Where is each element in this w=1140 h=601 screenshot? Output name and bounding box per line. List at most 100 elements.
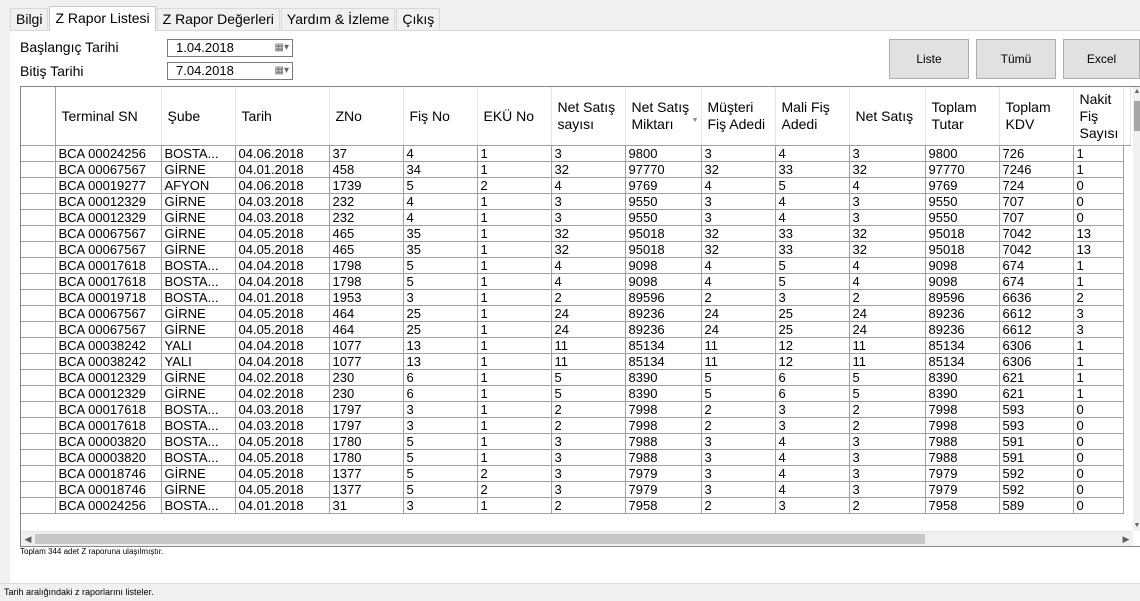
table-cell[interactable]: 230: [329, 385, 404, 402]
row-header[interactable]: [21, 449, 56, 466]
table-row[interactable]: BCA 00019277 AFYON 04.06.2018 1739 5 2 4 9769 4 5…: [21, 177, 1130, 194]
table-cell[interactable]: 1: [477, 193, 552, 210]
table-cell[interactable]: 674: [999, 273, 1074, 290]
table-cell[interactable]: 9550: [925, 209, 1000, 226]
table-cell[interactable]: 3: [701, 465, 776, 482]
row-header[interactable]: [21, 177, 56, 194]
table-cell[interactable]: 04.04.2018: [235, 353, 330, 370]
row-header[interactable]: [21, 145, 56, 162]
table-cell[interactable]: GİRNE: [161, 305, 236, 322]
table-cell[interactable]: 7988: [625, 449, 702, 466]
table-cell[interactable]: 9098: [925, 257, 1000, 274]
table-row[interactable]: BCA 00017618 BOSTA... 04.04.2018 1798 5 1 4 909…: [21, 257, 1130, 274]
table-cell[interactable]: 3: [849, 449, 926, 466]
table-cell[interactable]: 95018: [925, 241, 1000, 258]
table-cell[interactable]: 4: [403, 209, 478, 226]
table-cell[interactable]: 1: [477, 273, 552, 290]
table-cell[interactable]: 5: [701, 385, 776, 402]
table-cell[interactable]: 24: [849, 305, 926, 322]
table-cell[interactable]: 97770: [625, 161, 702, 178]
table-cell[interactable]: 3: [849, 465, 926, 482]
column-header[interactable]: Şube: [161, 87, 236, 146]
table-cell[interactable]: 95018: [925, 225, 1000, 242]
table-cell[interactable]: 9098: [925, 273, 1000, 290]
table-cell[interactable]: 0: [1073, 401, 1124, 418]
table-cell[interactable]: 1077: [329, 353, 404, 370]
table-cell[interactable]: GİRNE: [161, 193, 236, 210]
table-cell[interactable]: 4: [551, 257, 626, 274]
row-header[interactable]: [21, 353, 56, 370]
table-cell[interactable]: 3: [551, 449, 626, 466]
table-cell[interactable]: 707: [999, 209, 1074, 226]
table-cell[interactable]: 04.05.2018: [235, 465, 330, 482]
table-cell[interactable]: 04.02.2018: [235, 369, 330, 386]
column-header[interactable]: Net Satış sayısı: [551, 87, 626, 146]
table-cell[interactable]: 674: [999, 257, 1074, 274]
table-cell[interactable]: 9769: [925, 177, 1000, 194]
table-cell[interactable]: 2: [701, 289, 776, 306]
column-header[interactable]: Tarih: [235, 87, 330, 146]
table-cell[interactable]: 593: [999, 417, 1074, 434]
column-header[interactable]: Toplam Tutar: [925, 87, 1000, 146]
table-cell[interactable]: 12: [775, 337, 850, 354]
table-cell[interactable]: BCA 00003820: [55, 433, 162, 450]
table-cell[interactable]: 2: [477, 465, 552, 482]
table-cell[interactable]: 5: [701, 369, 776, 386]
table-cell[interactable]: 4: [701, 257, 776, 274]
table-cell[interactable]: BCA 00012329: [55, 385, 162, 402]
table-cell[interactable]: 3: [1073, 305, 1124, 322]
table-cell[interactable]: BCA 00067567: [55, 305, 162, 322]
table-row[interactable]: BCA 00024256 BOSTA... 04.06.2018 37 4 1 3 9800 3…: [21, 145, 1130, 162]
table-cell[interactable]: 4: [775, 433, 850, 450]
table-cell[interactable]: 25: [775, 321, 850, 338]
table-cell[interactable]: 593: [999, 401, 1074, 418]
table-cell[interactable]: 89236: [925, 305, 1000, 322]
excel-button[interactable]: Excel: [1063, 39, 1140, 79]
table-cell[interactable]: 2: [551, 497, 626, 514]
table-cell[interactable]: 2: [701, 497, 776, 514]
table-cell[interactable]: 589: [999, 497, 1074, 514]
table-cell[interactable]: 5: [403, 257, 478, 274]
table-cell[interactable]: BCA 00017618: [55, 273, 162, 290]
table-cell[interactable]: 2: [849, 401, 926, 418]
table-cell[interactable]: 32: [701, 241, 776, 258]
table-cell[interactable]: BCA 00017618: [55, 417, 162, 434]
table-cell[interactable]: 9800: [625, 145, 702, 162]
table-row[interactable]: BCA 00003820 BOSTA... 04.05.2018 1780 5 1 3 798…: [21, 449, 1130, 466]
table-cell[interactable]: 33: [775, 241, 850, 258]
column-header[interactable]: ZNo: [329, 87, 404, 146]
table-cell[interactable]: 32: [849, 161, 926, 178]
table-cell[interactable]: 1: [477, 337, 552, 354]
table-cell[interactable]: 2: [1073, 289, 1124, 306]
table-cell[interactable]: 5: [403, 273, 478, 290]
table-cell[interactable]: 7979: [625, 465, 702, 482]
table-row[interactable]: BCA 00067567 GİRNE 04.05.2018 464 25 1 24 89236…: [21, 305, 1130, 322]
table-cell[interactable]: 1: [1073, 145, 1124, 162]
table-cell[interactable]: 9098: [625, 257, 702, 274]
table-cell[interactable]: 230: [329, 369, 404, 386]
table-cell[interactable]: BCA 00003820: [55, 449, 162, 466]
table-cell[interactable]: 0: [1073, 417, 1124, 434]
table-cell[interactable]: 4: [849, 273, 926, 290]
table-cell[interactable]: 13: [403, 337, 478, 354]
table-cell[interactable]: 89596: [625, 289, 702, 306]
table-cell[interactable]: 726: [999, 145, 1074, 162]
table-cell[interactable]: 34: [403, 161, 478, 178]
table-cell[interactable]: 232: [329, 209, 404, 226]
table-cell[interactable]: 04.04.2018: [235, 257, 330, 274]
table-cell[interactable]: 11: [849, 353, 926, 370]
table-cell[interactable]: BOSTA...: [161, 273, 236, 290]
table-cell[interactable]: BOSTA...: [161, 417, 236, 434]
table-cell[interactable]: 1797: [329, 401, 404, 418]
table-cell[interactable]: 5: [775, 257, 850, 274]
table-cell[interactable]: BOSTA...: [161, 497, 236, 514]
table-cell[interactable]: 7958: [925, 497, 1000, 514]
table-cell[interactable]: 4: [775, 145, 850, 162]
table-row[interactable]: BCA 00012329 GİRNE 04.02.2018 230 6 1 5 8390 5 6 5…: [21, 385, 1130, 402]
list-button[interactable]: Liste: [889, 39, 969, 79]
table-cell[interactable]: 85134: [925, 337, 1000, 354]
table-row[interactable]: BCA 00012329 GİRNE 04.03.2018 232 4 1 3 9550 3 4 3…: [21, 209, 1130, 226]
column-header[interactable]: Nakit Fiş Sayısı: [1073, 87, 1124, 146]
table-cell[interactable]: 4: [775, 209, 850, 226]
table-cell[interactable]: 1: [477, 289, 552, 306]
